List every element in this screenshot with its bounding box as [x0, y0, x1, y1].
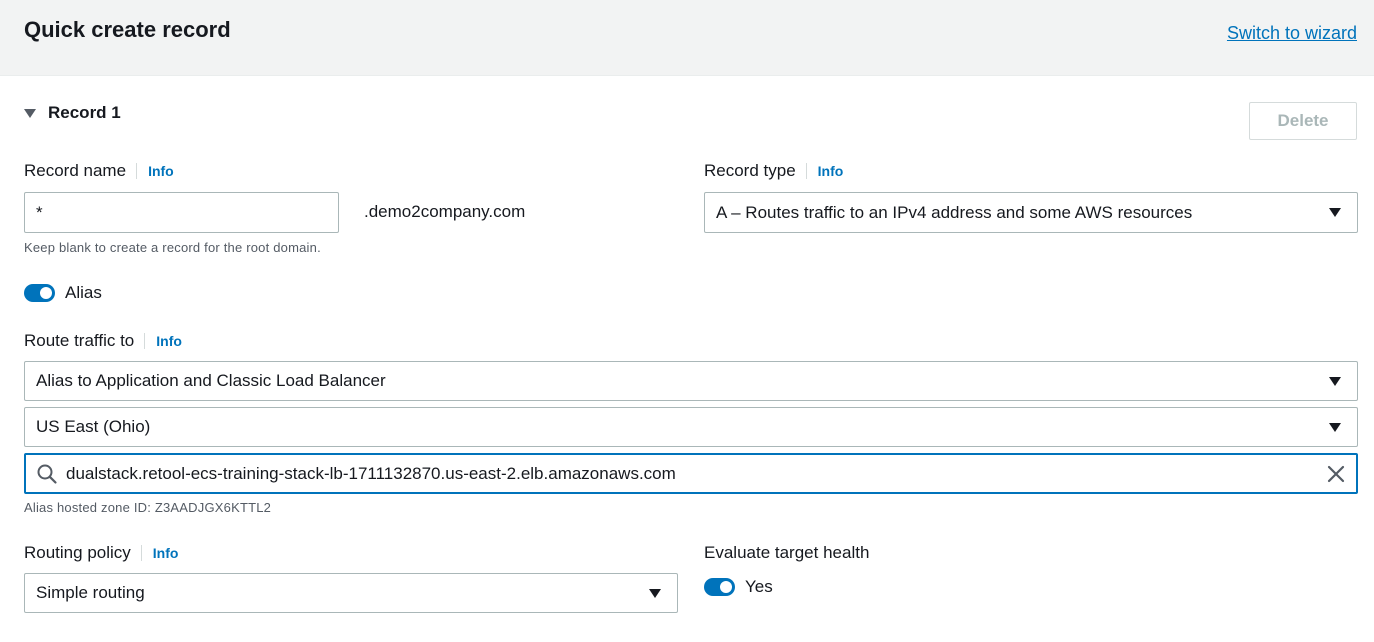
endpoint-select[interactable]: Alias to Application and Classic Load Ba… — [24, 361, 1358, 401]
routing-policy-value: Simple routing — [36, 583, 145, 602]
evaluate-health-yes-label: Yes — [745, 577, 773, 596]
record-type-select[interactable]: A – Routes traffic to an IPv4 address an… — [704, 192, 1358, 233]
hosted-zone-id: Alias hosted zone ID: Z3AADJGX6KTTL2 — [24, 500, 272, 515]
chevron-down-icon — [1329, 208, 1341, 217]
switch-to-wizard-link[interactable]: Switch to wizard — [1227, 23, 1357, 44]
evaluate-health-label-text: Evaluate target health — [704, 543, 870, 562]
record-name-value: * — [36, 202, 43, 222]
region-select[interactable]: US East (Ohio) — [24, 407, 1358, 447]
search-icon — [36, 463, 58, 485]
alias-toggle-row: Alias — [24, 283, 102, 303]
close-icon[interactable] — [1326, 464, 1346, 484]
page-header: Quick create record Switch to wizard — [0, 0, 1374, 76]
record-type-label: Record type Info — [704, 161, 843, 181]
toggle-knob — [720, 581, 732, 593]
routing-policy-select[interactable]: Simple routing — [24, 573, 678, 613]
page-title: Quick create record — [24, 17, 231, 42]
evaluate-health-toggle-row: Yes — [704, 577, 773, 597]
record-expand-toggle[interactable]: Record 1 — [24, 103, 121, 123]
evaluate-health-toggle[interactable] — [704, 578, 735, 596]
routing-policy-info-link[interactable]: Info — [140, 545, 178, 561]
record-name-info-link[interactable]: Info — [136, 163, 174, 179]
toggle-knob — [40, 287, 52, 299]
routing-policy-label-text: Routing policy — [24, 543, 131, 562]
route-traffic-info-link[interactable]: Info — [144, 333, 182, 349]
alias-label: Alias — [65, 283, 102, 302]
record-title: Record 1 — [48, 103, 121, 122]
record-type-value: A – Routes traffic to an IPv4 address an… — [716, 202, 1193, 222]
load-balancer-search-input[interactable]: dualstack.retool-ecs-training-stack-lb-1… — [24, 453, 1358, 494]
record-name-input[interactable]: * — [24, 192, 339, 233]
record-name-hint: Keep blank to create a record for the ro… — [24, 240, 321, 255]
load-balancer-value: dualstack.retool-ecs-training-stack-lb-1… — [66, 463, 676, 483]
delete-button[interactable]: Delete — [1249, 102, 1357, 140]
chevron-down-icon — [649, 588, 661, 598]
route-traffic-label: Route traffic to Info — [24, 331, 182, 351]
chevron-down-icon — [1329, 376, 1341, 386]
route-traffic-label-text: Route traffic to — [24, 331, 135, 350]
region-value: US East (Ohio) — [36, 417, 151, 436]
chevron-down-icon — [1329, 422, 1341, 432]
evaluate-health-label: Evaluate target health — [704, 543, 869, 563]
domain-suffix: .demo2company.com — [364, 202, 526, 221]
alias-toggle[interactable] — [24, 284, 55, 302]
record-type-info-link[interactable]: Info — [805, 163, 843, 179]
record-type-label-text: Record type — [704, 161, 796, 180]
record-name-label: Record name Info — [24, 161, 174, 181]
record-name-label-text: Record name — [24, 161, 127, 180]
endpoint-value: Alias to Application and Classic Load Ba… — [36, 371, 386, 390]
routing-policy-label: Routing policy Info — [24, 543, 178, 563]
caret-down-icon — [24, 108, 36, 118]
